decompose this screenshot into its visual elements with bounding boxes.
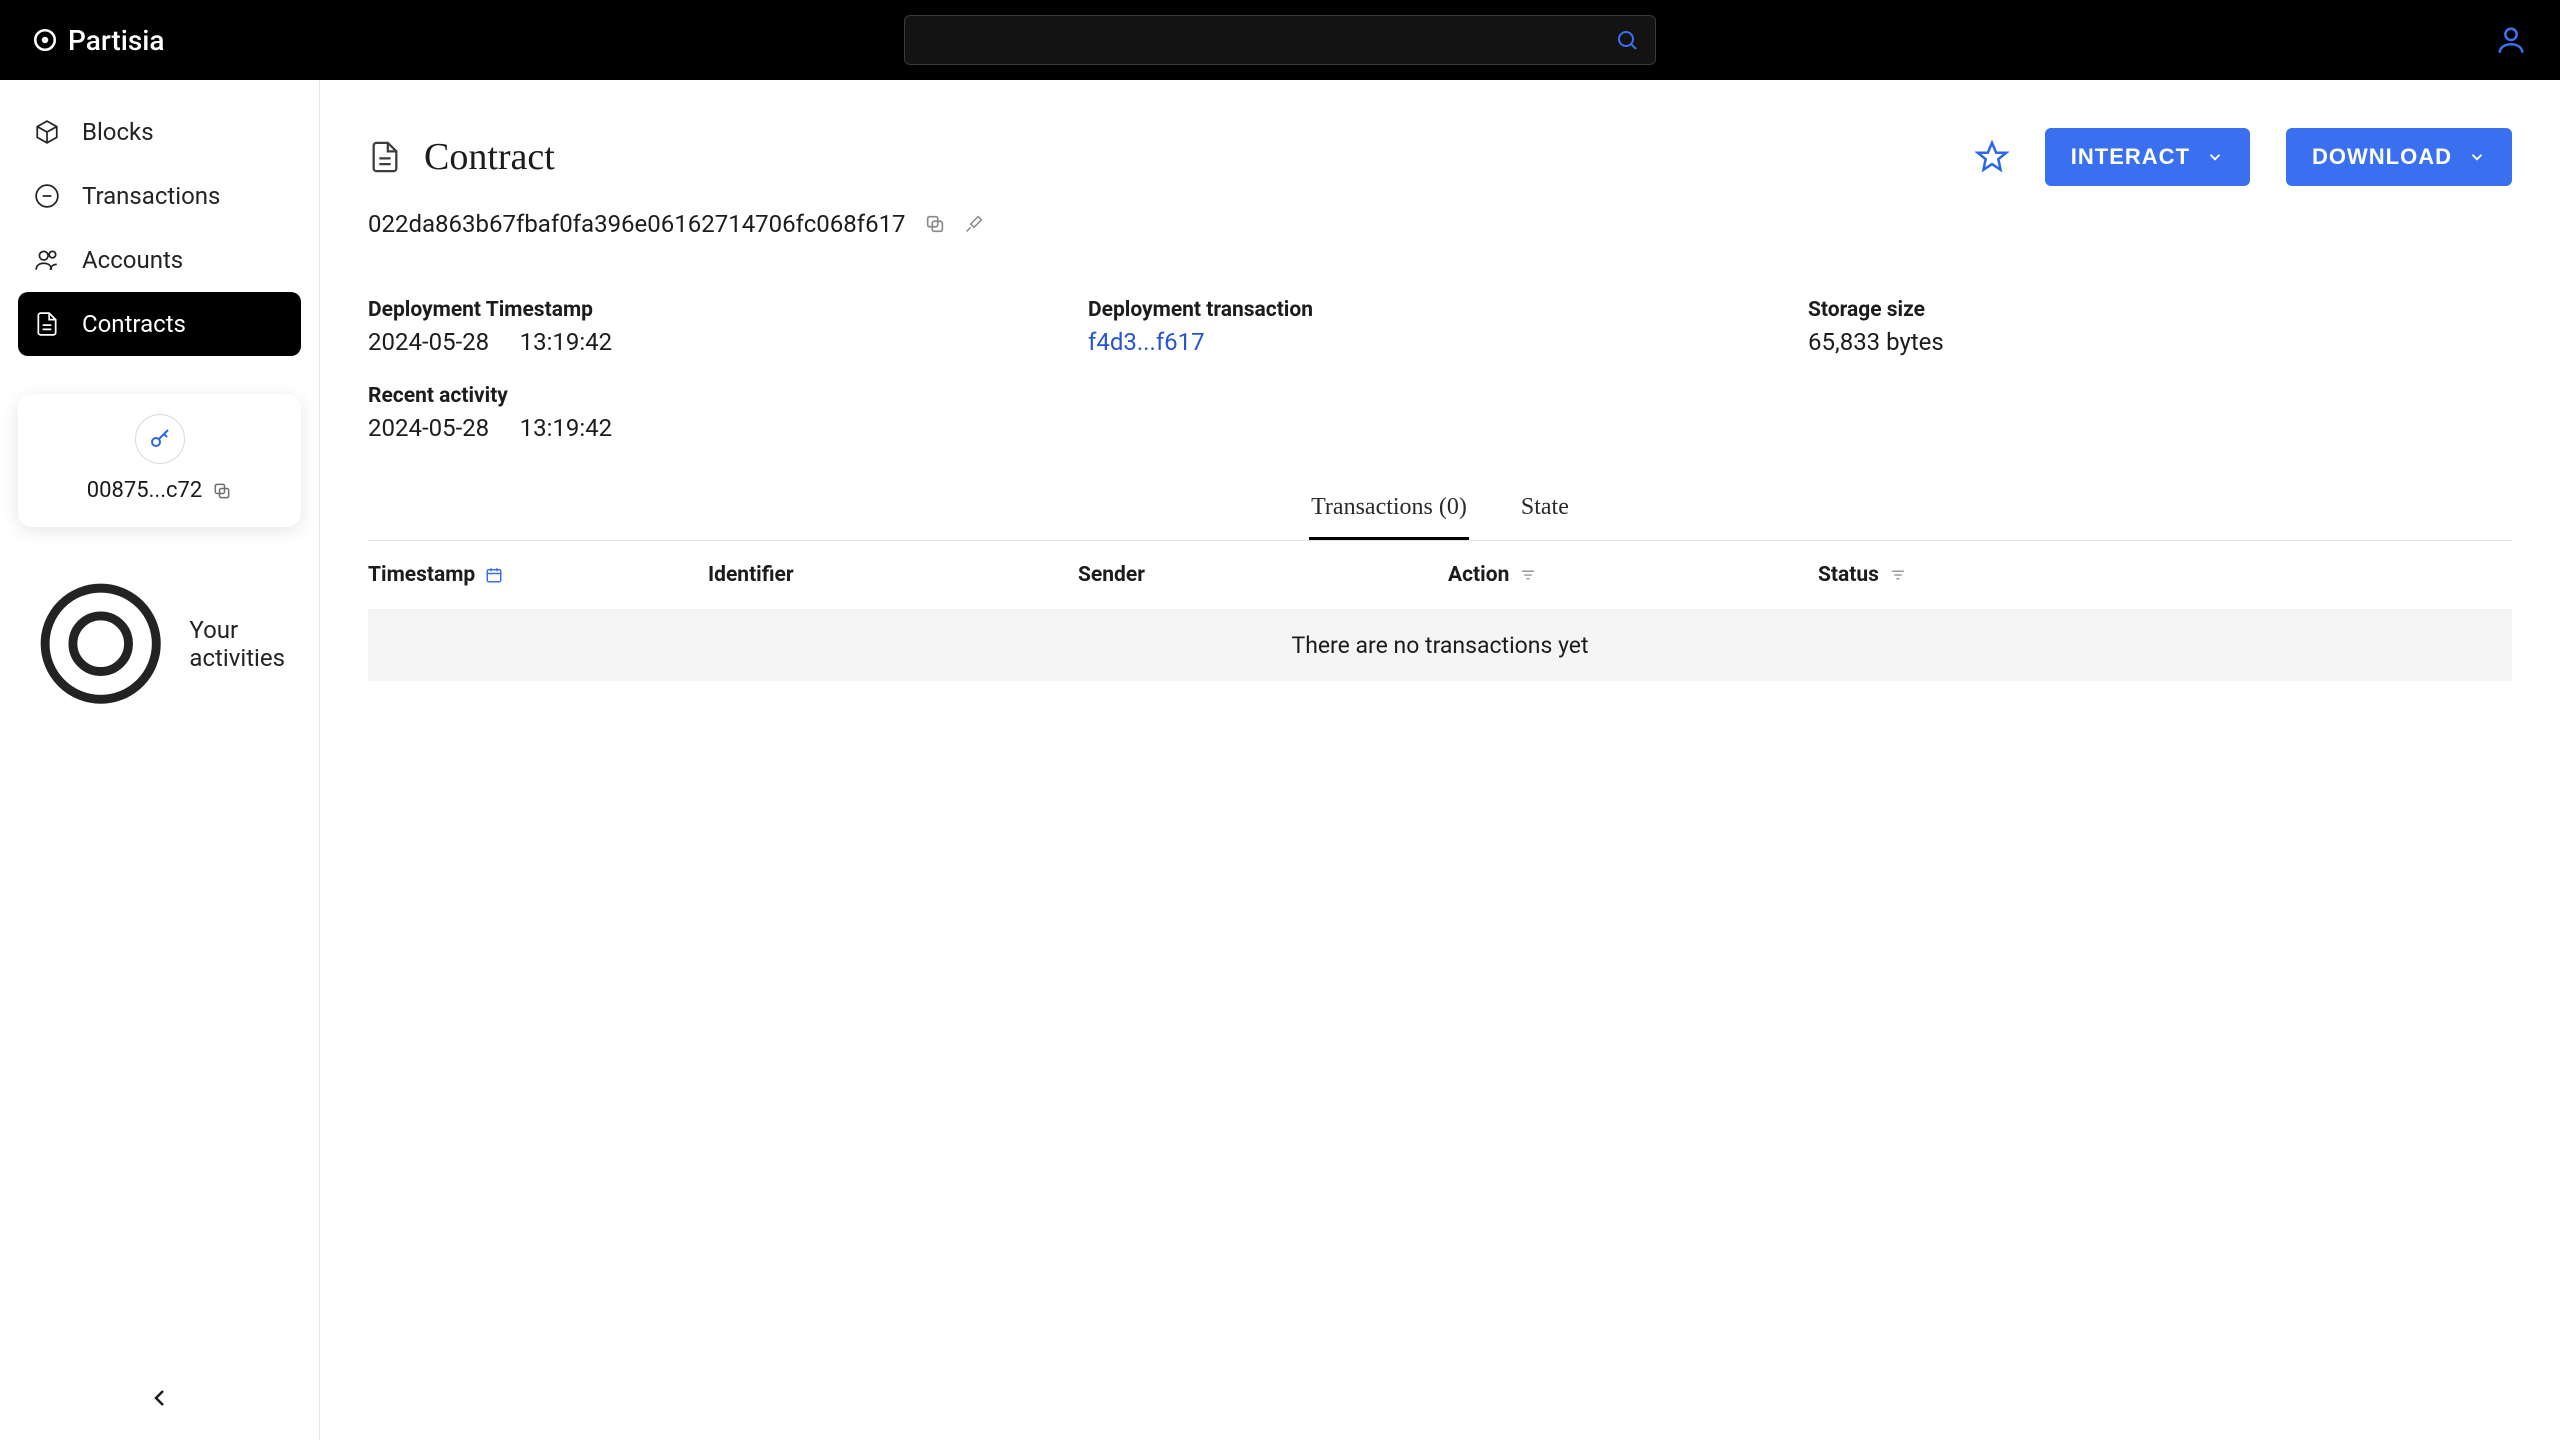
page-title: Contract — [424, 135, 555, 179]
sidebar-item-label: Blocks — [82, 118, 154, 146]
account-id: 00875...c72 — [87, 478, 202, 503]
sidebar-item-label: Transactions — [82, 182, 220, 210]
col-action[interactable]: Action — [1448, 563, 1818, 587]
info-value: 2024-05-28 13:19:42 — [368, 414, 1088, 442]
search-input[interactable] — [921, 27, 1615, 53]
key-badge — [135, 414, 185, 464]
collapse-sidebar-button[interactable] — [148, 1386, 172, 1410]
calendar-icon — [485, 566, 503, 584]
download-button[interactable]: DOWNLOAD — [2286, 128, 2512, 186]
info-deployment-timestamp: Deployment Timestamp 2024-05-28 13:19:42 — [368, 298, 1088, 356]
col-sender: Sender — [1078, 563, 1448, 587]
interact-button[interactable]: INTERACT — [2045, 128, 2250, 186]
button-label: INTERACT — [2071, 144, 2190, 170]
info-value: 2024-05-28 13:19:42 — [368, 328, 1088, 356]
tab-state[interactable]: State — [1519, 480, 1571, 540]
sidebar-item-accounts[interactable]: Accounts — [18, 228, 301, 292]
sidebar-item-label: Your activities — [189, 616, 285, 672]
info-deployment-transaction: Deployment transaction f4d3...f617 — [1088, 298, 1808, 356]
cube-icon — [34, 119, 60, 145]
chevron-down-icon — [2468, 148, 2486, 166]
tab-transactions[interactable]: Transactions (0) — [1309, 480, 1469, 540]
filter-icon — [1519, 566, 1537, 584]
col-label: Action — [1448, 563, 1509, 587]
col-status[interactable]: Status — [1818, 563, 2512, 587]
tab-bar: Transactions (0) State — [368, 480, 2512, 541]
star-icon — [1975, 140, 2009, 174]
col-label: Timestamp — [368, 563, 475, 587]
col-identifier: Identifier — [708, 563, 1078, 587]
brand-mark-icon — [32, 27, 58, 53]
sidebar-item-activities[interactable]: Your activities — [18, 565, 301, 722]
sidebar-item-blocks[interactable]: Blocks — [18, 100, 301, 164]
col-label: Status — [1818, 563, 1879, 587]
search-icon — [1615, 28, 1639, 52]
brand-logo[interactable]: Partisia — [32, 24, 165, 57]
copy-icon[interactable] — [924, 213, 946, 235]
info-label: Deployment transaction — [1088, 298, 1808, 322]
filter-icon — [1889, 566, 1907, 584]
info-label: Deployment Timestamp — [368, 298, 1088, 322]
key-icon — [148, 427, 172, 451]
info-value-link[interactable]: f4d3...f617 — [1088, 328, 1808, 356]
user-icon — [2494, 23, 2528, 57]
contract-id: 022da863b67fbaf0fa396e06162714706fc068f6… — [368, 210, 906, 238]
tag-icon[interactable] — [964, 214, 984, 234]
main-content: Contract INTERACT DOWNLOAD 022da863b67fb… — [320, 80, 2560, 1440]
info-recent-activity: Recent activity 2024-05-28 13:19:42 — [368, 384, 1088, 442]
chevron-left-icon — [148, 1386, 172, 1410]
document-icon — [368, 140, 402, 174]
search-box[interactable] — [904, 15, 1656, 65]
sidebar-item-label: Contracts — [82, 310, 186, 338]
sidebar-item-label: Accounts — [82, 246, 183, 274]
activity-icon — [34, 577, 167, 710]
chevron-down-icon — [2206, 148, 2224, 166]
sidebar-item-transactions[interactable]: Transactions — [18, 164, 301, 228]
table-header: Timestamp Identifier Sender Action Statu… — [368, 541, 2512, 610]
info-value: 65,833 bytes — [1808, 328, 2512, 356]
swap-icon — [34, 183, 60, 209]
col-timestamp[interactable]: Timestamp — [368, 563, 708, 587]
empty-state: There are no transactions yet — [368, 610, 2512, 681]
sidebar-item-contracts[interactable]: Contracts — [18, 292, 301, 356]
sidebar: Blocks Transactions Accounts Contracts 0… — [0, 80, 320, 1440]
user-profile-button[interactable] — [2494, 23, 2528, 57]
info-storage-size: Storage size 65,833 bytes — [1808, 298, 2512, 356]
col-label: Identifier — [708, 563, 794, 587]
document-icon — [34, 311, 60, 337]
info-label: Storage size — [1808, 298, 2512, 322]
users-icon — [34, 247, 60, 273]
button-label: DOWNLOAD — [2312, 144, 2452, 170]
info-label: Recent activity — [368, 384, 1088, 408]
favorite-button[interactable] — [1975, 140, 2009, 174]
copy-icon[interactable] — [212, 481, 232, 501]
col-label: Sender — [1078, 563, 1145, 587]
account-card[interactable]: 00875...c72 — [18, 394, 301, 527]
brand-text: Partisia — [68, 24, 165, 57]
